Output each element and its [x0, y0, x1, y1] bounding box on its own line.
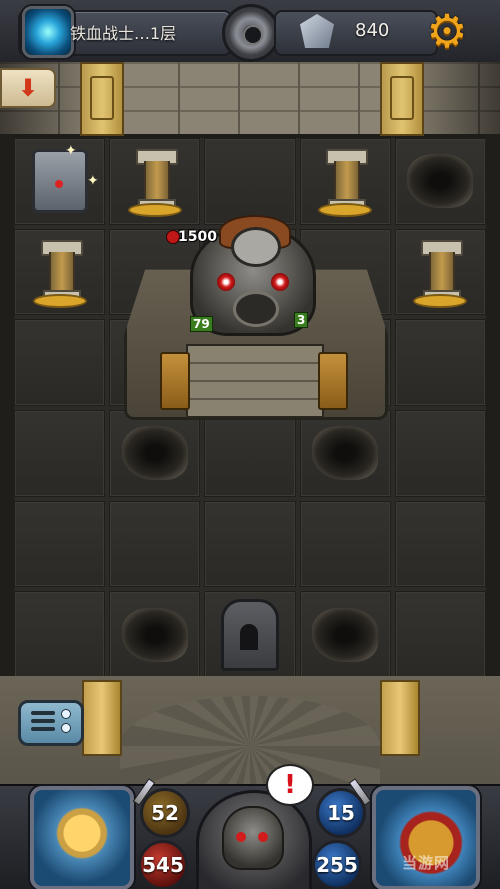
sparkle-icon: ✦: [87, 173, 99, 189]
pit-hole-icon[interactable]: [407, 154, 474, 209]
floor-rune: [120, 696, 380, 796]
stone-chest-icon[interactable]: [31, 149, 88, 214]
grid-tile[interactable]: [14, 500, 106, 588]
boss-helmet: [231, 227, 281, 267]
grid-tile[interactable]: [204, 138, 296, 225]
level-title: 铁血战士…1层: [70, 24, 177, 43]
grid-tile[interactable]: [109, 591, 201, 678]
grid-tile[interactable]: [109, 138, 201, 225]
right-wall: [486, 134, 500, 682]
wall-pillar-right: [380, 62, 424, 136]
grid-tile[interactable]: [299, 500, 391, 588]
portal-icon[interactable]: [22, 6, 74, 58]
pillar-obstacle-icon[interactable]: [34, 239, 85, 306]
boss-eye: [217, 273, 235, 291]
settings-gear-icon[interactable]: ⚙: [424, 8, 470, 54]
sparkle-icon: ✦: [65, 143, 77, 159]
watermark: 当游网: [402, 854, 451, 872]
grid-tile[interactable]: [299, 138, 391, 225]
game-screen: 铁血战士…1层 840 ⚙ ⬇ ✦ ✦ 1500 79 3 52 545 15 …: [0, 0, 500, 889]
boss-attack: 79: [190, 316, 213, 332]
grid-tile[interactable]: [14, 591, 106, 678]
hero-attack: 52: [140, 788, 190, 838]
grid-tile[interactable]: [394, 319, 486, 406]
hero-mana: 255: [312, 840, 362, 889]
gear-wheel-icon[interactable]: [222, 4, 280, 62]
pit-hole-icon[interactable]: [312, 607, 379, 662]
grid-tile[interactable]: [14, 409, 106, 497]
grid-tile[interactable]: [14, 319, 106, 406]
boss-hp: 1500: [178, 229, 217, 245]
alert-bubble[interactable]: !: [266, 764, 314, 806]
menu-button[interactable]: [18, 700, 84, 746]
hero-defense: 15: [316, 788, 366, 838]
grid-tile[interactable]: [109, 500, 201, 588]
stone-gate-icon[interactable]: [220, 598, 279, 671]
grid-tile[interactable]: [204, 409, 296, 497]
lantern-icon: [160, 352, 190, 410]
grid-tile[interactable]: [394, 500, 486, 588]
pillar-obstacle-icon[interactable]: [415, 239, 466, 306]
grid-tile[interactable]: [394, 591, 486, 678]
pillar-obstacle-icon[interactable]: [320, 149, 371, 216]
floor-pillar-right: [380, 680, 420, 756]
grid-tile[interactable]: [299, 409, 391, 497]
hero-hp: 545: [138, 840, 188, 889]
boss-eye: [271, 273, 289, 291]
crystal-count: 840: [355, 20, 390, 41]
pillar-obstacle-icon[interactable]: [129, 149, 180, 216]
grid-tile[interactable]: [204, 500, 296, 588]
grid-tile[interactable]: [109, 409, 201, 497]
grid-tile[interactable]: [394, 138, 486, 225]
grid-tile[interactable]: ✦ ✦: [14, 138, 106, 225]
boss-mask: [233, 291, 279, 327]
wall-pillar-left: [80, 62, 124, 136]
pit-hole-icon[interactable]: [121, 607, 188, 662]
pit-hole-icon[interactable]: [312, 426, 379, 481]
lantern-icon: [318, 352, 348, 410]
grid-tile[interactable]: [394, 409, 486, 497]
boss-defense: 3: [294, 312, 309, 328]
floor-pillar-left: [82, 680, 122, 756]
wall-shadow: [0, 62, 500, 134]
exit-floor-button[interactable]: ⬇: [0, 68, 56, 108]
grid-tile[interactable]: [204, 591, 296, 678]
grid-tile[interactable]: [394, 228, 486, 316]
grid-tile[interactable]: [14, 228, 106, 316]
pit-hole-icon[interactable]: [121, 426, 188, 481]
hero-portrait[interactable]: [30, 786, 134, 889]
left-wall: [0, 134, 14, 682]
boss-portrait-icon: [222, 806, 284, 870]
inventory-bag-icon[interactable]: [372, 786, 480, 889]
altar-steps: [186, 344, 324, 418]
grid-tile[interactable]: [299, 591, 391, 678]
